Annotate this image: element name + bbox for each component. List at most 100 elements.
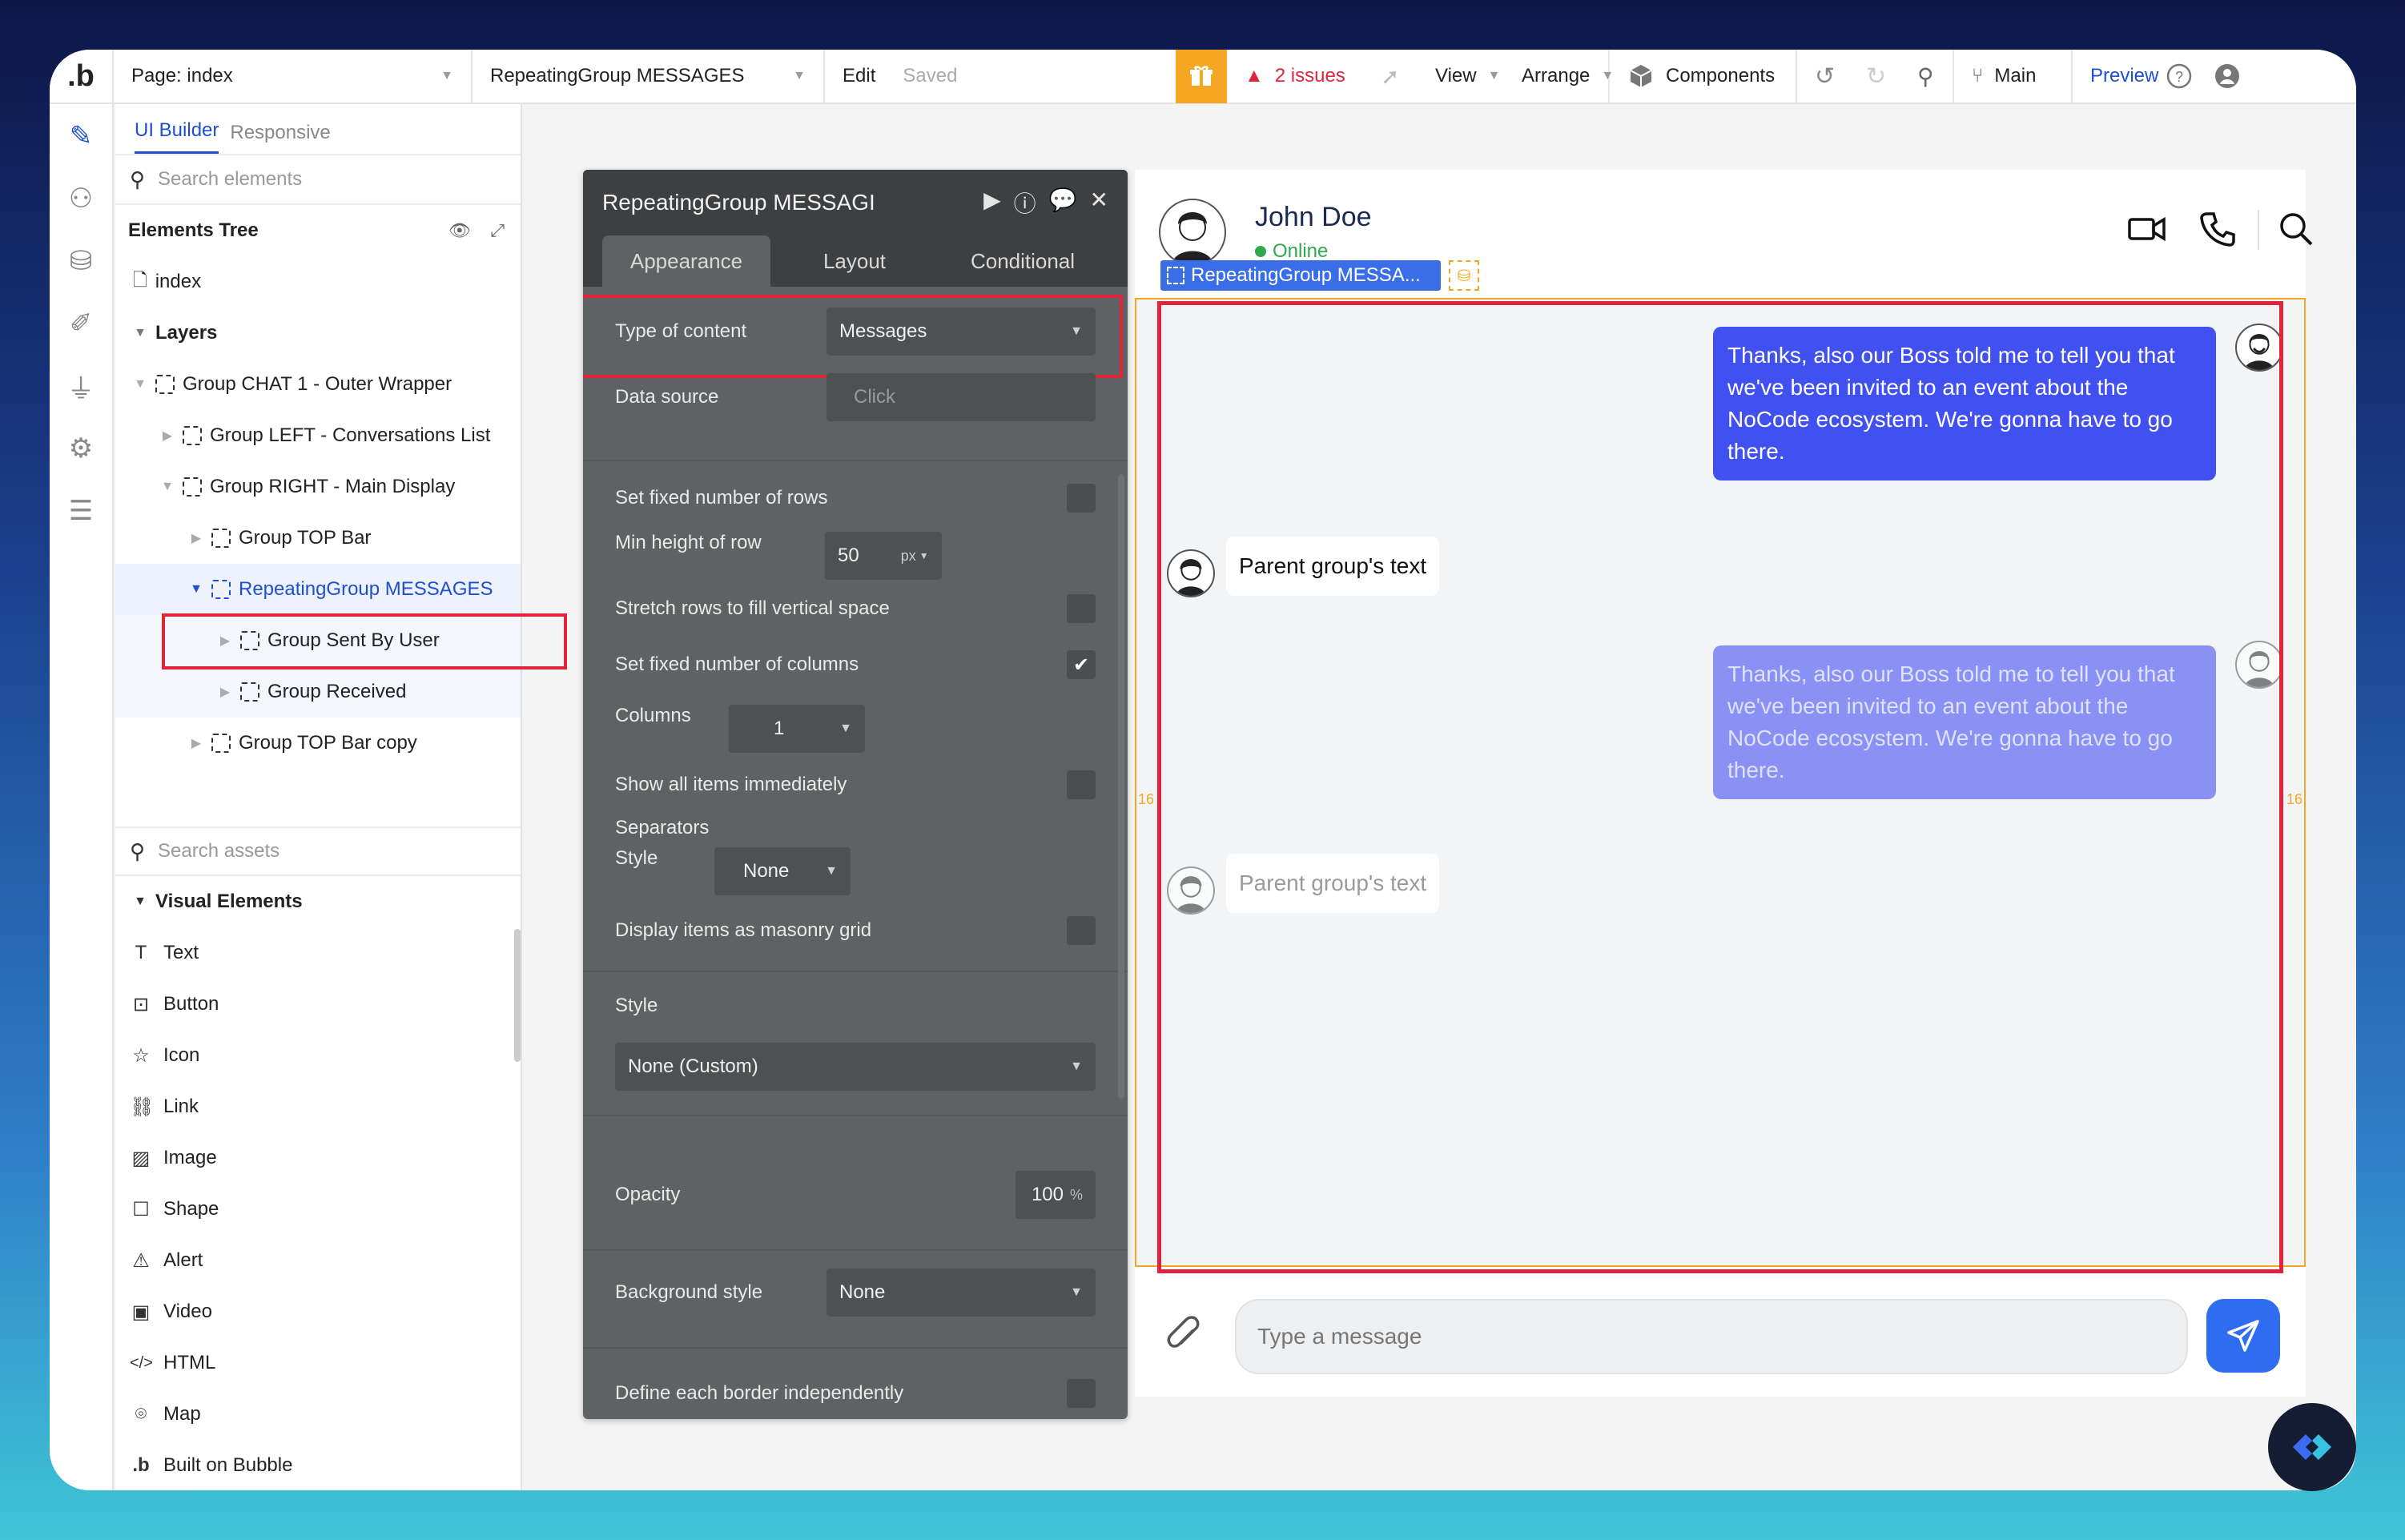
- view-menu[interactable]: View ▼: [1418, 50, 1504, 103]
- asset-map[interactable]: ⌾ Map: [115, 1389, 521, 1440]
- tree-item-group-top-bar[interactable]: ▶ Group TOP Bar: [115, 513, 521, 564]
- asset-built-on-bubble[interactable]: .b Built on Bubble: [115, 1440, 521, 1490]
- design-tools-icon[interactable]: ✎: [65, 120, 97, 152]
- bubble-logo[interactable]: .b: [50, 50, 114, 103]
- asset-search[interactable]: ⚲ Search assets: [115, 826, 521, 876]
- opacity-input[interactable]: 100 %: [1015, 1171, 1096, 1219]
- data-source-field[interactable]: Click: [826, 373, 1096, 421]
- arrange-menu[interactable]: Arrange ▼: [1504, 50, 1614, 103]
- send-button[interactable]: [2206, 1299, 2280, 1373]
- settings-gear-icon[interactable]: ⚙: [65, 432, 97, 464]
- database-icon[interactable]: ⛁: [65, 245, 97, 277]
- tree-item-repeatinggroup-messages[interactable]: ▼ RepeatingGroup MESSAGES: [115, 564, 521, 615]
- visual-elements-header[interactable]: ▼ Visual Elements: [115, 876, 521, 927]
- issues-button[interactable]: ▲ 2 issues: [1227, 50, 1363, 103]
- contact-avatar[interactable]: [1159, 199, 1226, 266]
- tree-item-label: RepeatingGroup MESSAGES: [239, 578, 493, 600]
- style-dropdown[interactable]: None (Custom) ▼: [615, 1043, 1096, 1091]
- asset-html[interactable]: </> HTML: [115, 1337, 521, 1389]
- plugin-icon[interactable]: ⏚: [65, 370, 97, 404]
- asset-button[interactable]: ⊡ Button: [115, 979, 521, 1030]
- separator-style-dropdown[interactable]: None ▼: [714, 847, 851, 895]
- branch-selector[interactable]: ⑂ Main: [1954, 50, 2073, 103]
- map-pin-icon: ⌾: [135, 1403, 147, 1425]
- undo-icon[interactable]: ↺: [1797, 50, 1848, 103]
- tab-responsive[interactable]: Responsive: [230, 122, 330, 154]
- panel-scrollbar[interactable]: [514, 929, 521, 1062]
- phone-call-icon[interactable]: [2200, 211, 2235, 251]
- caret-down-icon: ▼: [161, 480, 174, 493]
- video-call-icon[interactable]: [2128, 215, 2166, 247]
- element-selector-label: RepeatingGroup MESSAGES: [490, 65, 745, 86]
- comment-icon[interactable]: 💬: [1049, 187, 1077, 219]
- tab-conditional[interactable]: Conditional: [939, 235, 1107, 287]
- tree-item-group-left[interactable]: ▶ Group LEFT - Conversations List: [115, 410, 521, 461]
- close-icon[interactable]: ✕: [1090, 187, 1108, 219]
- tree-item-group-chat[interactable]: ▼ Group CHAT 1 - Outer Wrapper: [115, 359, 521, 410]
- tab-ui-builder[interactable]: UI Builder: [135, 119, 219, 154]
- logs-document-icon[interactable]: ☰: [65, 495, 97, 527]
- asset-icon[interactable]: ☆ Icon: [115, 1030, 521, 1081]
- attachment-icon[interactable]: [1165, 1315, 1202, 1361]
- group-icon: [183, 426, 202, 445]
- preview-button[interactable]: Preview: [2073, 50, 2166, 103]
- help-icon[interactable]: ?: [2166, 50, 2214, 103]
- show-all-checkbox[interactable]: [1067, 770, 1096, 799]
- min-height-input[interactable]: 50 px ▼: [825, 532, 942, 580]
- data-source-placeholder: Click: [854, 386, 895, 408]
- background-style-dropdown[interactable]: None ▼: [826, 1269, 1096, 1317]
- data-source-icon[interactable]: ⛁: [1449, 260, 1479, 291]
- message-input[interactable]: Type a message: [1235, 1299, 2188, 1374]
- tree-item-group-right[interactable]: ▼ Group RIGHT - Main Display: [115, 461, 521, 513]
- tab-layout[interactable]: Layout: [770, 235, 939, 287]
- chevron-down-icon: ▼: [440, 69, 453, 82]
- floating-app-badge[interactable]: [2268, 1403, 2356, 1491]
- border-independent-checkbox[interactable]: [1067, 1379, 1096, 1408]
- editor-scrollbar[interactable]: [1118, 474, 1124, 1099]
- checkmark-icon: ✔: [1072, 653, 1090, 676]
- fixed-rows-checkbox[interactable]: [1067, 484, 1096, 513]
- masonry-checkbox[interactable]: [1067, 916, 1096, 945]
- account-avatar-icon[interactable]: [2214, 50, 2262, 103]
- page-selector[interactable]: Page: index ▼: [114, 50, 473, 103]
- stretch-rows-checkbox[interactable]: [1067, 594, 1096, 623]
- gift-icon[interactable]: [1176, 50, 1227, 103]
- repeating-group-tag[interactable]: RepeatingGroup MESSA...: [1160, 260, 1441, 291]
- tab-appearance[interactable]: Appearance: [602, 235, 770, 287]
- fixed-columns-checkbox[interactable]: ✔: [1067, 650, 1096, 679]
- divider: [2258, 210, 2259, 250]
- app-logo-icon: [2293, 1434, 2331, 1460]
- tree-item-label: Group RIGHT - Main Display: [210, 476, 456, 497]
- search-icon[interactable]: ⚲: [1900, 50, 1954, 103]
- tree-item-group-received[interactable]: ▶ Group Received: [115, 666, 521, 718]
- chat-search-icon[interactable]: [2278, 211, 2314, 251]
- info-icon[interactable]: ⓘ: [1014, 187, 1036, 219]
- workflow-icon[interactable]: ⚇: [65, 183, 97, 215]
- asset-alert[interactable]: ⚠ Alert: [115, 1235, 521, 1286]
- edit-menu[interactable]: Edit: [843, 65, 875, 87]
- element-search[interactable]: ⚲ Search elements: [115, 155, 521, 205]
- highlight-repeating-group: [1157, 301, 2283, 1273]
- chevron-down-icon: ▼: [919, 550, 929, 561]
- element-selector[interactable]: RepeatingGroup MESSAGES ▼: [473, 50, 825, 103]
- tree-item-index[interactable]: 🗋 index: [115, 256, 521, 308]
- inspect-cursor-icon[interactable]: ➚: [1363, 50, 1418, 103]
- asset-text[interactable]: T Text: [115, 927, 521, 979]
- tree-item-layers[interactable]: ▼ Layers: [115, 308, 521, 359]
- play-icon[interactable]: ▶: [983, 187, 1001, 219]
- brush-icon[interactable]: ✐: [65, 308, 97, 340]
- chevron-down-icon: ▼: [793, 69, 806, 82]
- asset-video[interactable]: ▣ Video: [115, 1286, 521, 1337]
- components-button[interactable]: Components: [1610, 50, 1797, 103]
- redo-icon[interactable]: ↻: [1848, 50, 1900, 103]
- asset-image[interactable]: ▨ Image: [115, 1132, 521, 1184]
- asset-shape[interactable]: ☐ Shape: [115, 1184, 521, 1235]
- separator-style-label: Style: [615, 847, 658, 869]
- tree-item-group-top-bar-copy[interactable]: ▶ Group TOP Bar copy: [115, 718, 521, 769]
- asset-link[interactable]: ⛓ Link: [115, 1081, 521, 1132]
- chevron-down-icon: ▼: [1070, 1285, 1083, 1299]
- expand-icon[interactable]: ⤢: [490, 220, 505, 240]
- eye-icon[interactable]: 👁: [448, 220, 471, 240]
- columns-dropdown[interactable]: 1 ▼: [729, 705, 865, 753]
